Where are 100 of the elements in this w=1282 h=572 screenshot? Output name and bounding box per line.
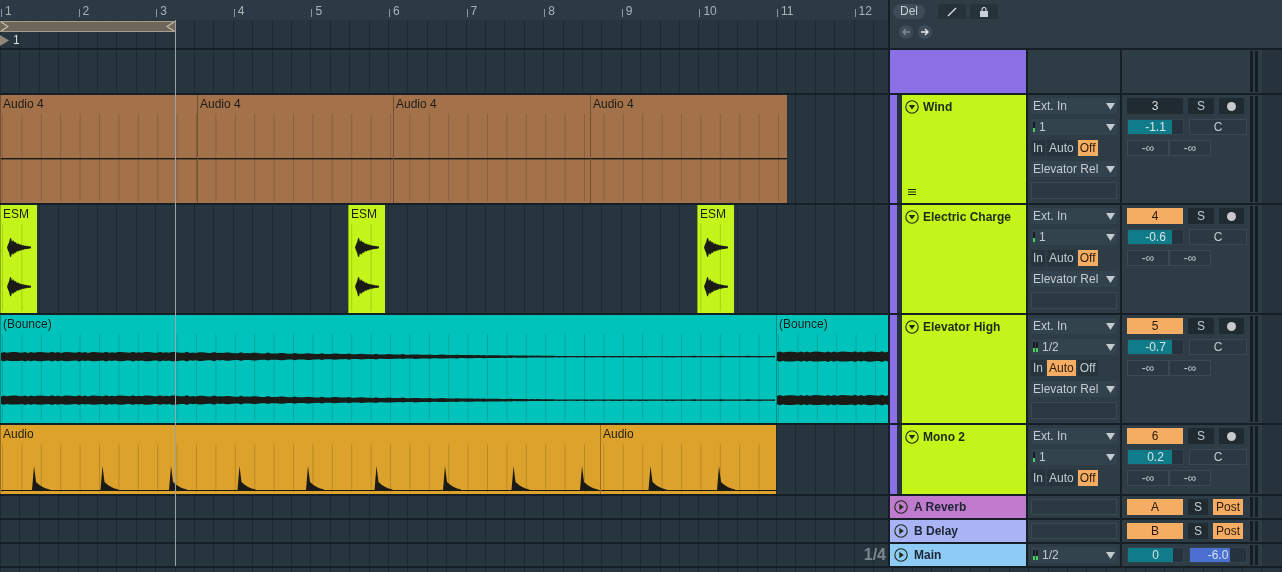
- fold-toggle-icon[interactable]: [905, 320, 919, 334]
- draw-mode-button[interactable]: [938, 4, 966, 19]
- input-type-dropdown[interactable]: Ext. In: [1031, 318, 1117, 334]
- track-header[interactable]: A Reverb: [890, 496, 1026, 518]
- monitor-button[interactable]: Off: [1077, 470, 1098, 486]
- solo-button[interactable]: S: [1188, 318, 1214, 334]
- solo-button[interactable]: S: [1188, 98, 1214, 114]
- back-button[interactable]: [899, 25, 913, 39]
- input-type-dropdown[interactable]: Ext. In: [1031, 428, 1117, 444]
- track-activator-button[interactable]: 5: [1127, 318, 1183, 334]
- monitor-button[interactable]: Off: [1077, 140, 1098, 156]
- pan-field[interactable]: C: [1189, 339, 1247, 355]
- track-name[interactable]: Electric Charge: [923, 208, 1012, 226]
- pre-post-button[interactable]: Post: [1213, 523, 1243, 539]
- track-name[interactable]: Mono 2: [923, 428, 965, 446]
- pre-post-button[interactable]: Post: [1213, 499, 1243, 515]
- bar-number[interactable]: 1: [5, 4, 12, 18]
- solo-button[interactable]: S: [1188, 523, 1208, 539]
- forward-button[interactable]: [918, 25, 932, 39]
- monitor-button[interactable]: Auto: [1047, 140, 1076, 156]
- track-name[interactable]: Wind: [923, 98, 953, 116]
- delete-button[interactable]: Del: [893, 4, 925, 19]
- volume-field[interactable]: 0.2: [1127, 449, 1184, 465]
- bar-number[interactable]: 8: [548, 4, 555, 18]
- bar-number[interactable]: 11: [781, 4, 794, 18]
- audio-clip[interactable]: Audio 4: [197, 95, 393, 203]
- pan-field[interactable]: C: [1189, 449, 1247, 465]
- monitor-button[interactable]: Off: [1077, 360, 1098, 376]
- monitor-button[interactable]: In: [1031, 250, 1045, 266]
- audio-clip[interactable]: (Bounce): [0, 315, 776, 423]
- input-type-dropdown[interactable]: Ext. In: [1031, 208, 1117, 224]
- track-name[interactable]: B Delay: [914, 522, 959, 540]
- audio-clip[interactable]: Audio 4: [590, 95, 787, 203]
- arm-button[interactable]: [1219, 428, 1244, 444]
- volume-field[interactable]: -1.1: [1127, 119, 1184, 135]
- volume-field[interactable]: -0.7: [1127, 339, 1184, 355]
- track-name[interactable]: A Reverb: [914, 498, 967, 516]
- monitor-button[interactable]: Auto: [1047, 360, 1076, 376]
- solo-button[interactable]: S: [1188, 499, 1208, 515]
- send-field[interactable]: -∞: [1127, 140, 1169, 156]
- audio-clip[interactable]: Audio: [0, 425, 600, 494]
- audio-clip[interactable]: ESM: [348, 205, 385, 313]
- send-field[interactable]: -∞: [1169, 470, 1211, 486]
- audio-clip[interactable]: Audio 4: [0, 95, 197, 203]
- bar-number[interactable]: 9: [625, 4, 633, 18]
- input-type-dropdown[interactable]: Ext. In: [1031, 98, 1117, 114]
- track-header[interactable]: Main: [890, 544, 1026, 566]
- bar-number[interactable]: 6: [393, 4, 400, 18]
- fold-toggle-icon[interactable]: [905, 100, 919, 114]
- input-channel-dropdown[interactable]: 1: [1031, 229, 1117, 245]
- monitor-button[interactable]: Auto: [1047, 250, 1076, 266]
- lock-button[interactable]: [970, 4, 998, 19]
- bar-number[interactable]: 3: [160, 4, 167, 18]
- pan-field[interactable]: C: [1189, 229, 1247, 245]
- input-channel-dropdown[interactable]: 1: [1031, 119, 1117, 135]
- bar-number[interactable]: 4: [237, 4, 245, 18]
- loop-start-icon[interactable]: [0, 22, 9, 31]
- audio-clip[interactable]: (Bounce): [776, 315, 888, 423]
- monitor-button[interactable]: In: [1031, 470, 1045, 486]
- send-field[interactable]: -∞: [1127, 360, 1169, 376]
- arm-button[interactable]: [1219, 318, 1244, 334]
- output-channel-dropdown[interactable]: 1/2: [1031, 547, 1117, 563]
- menu-icon[interactable]: [908, 189, 916, 195]
- monitor-button[interactable]: Off: [1077, 250, 1098, 266]
- input-channel-dropdown[interactable]: 1: [1031, 449, 1117, 465]
- arm-button[interactable]: [1219, 208, 1244, 224]
- input-channel-dropdown[interactable]: 1/2: [1031, 339, 1117, 355]
- audio-clip[interactable]: Audio 4: [393, 95, 590, 203]
- cue-volume-field[interactable]: -6.0: [1189, 547, 1247, 563]
- send-field[interactable]: -∞: [1169, 140, 1211, 156]
- audio-clip[interactable]: ESM: [697, 205, 734, 313]
- expand-icon[interactable]: [894, 548, 908, 562]
- locator-flag-icon[interactable]: [0, 35, 9, 46]
- fold-toggle-icon[interactable]: [905, 210, 919, 224]
- track-activator-button[interactable]: 3: [1127, 98, 1183, 114]
- loop-brace[interactable]: [0, 21, 175, 32]
- send-field[interactable]: -∞: [1169, 360, 1211, 376]
- pan-field[interactable]: C: [1189, 119, 1247, 135]
- track-header[interactable]: B Delay: [890, 520, 1026, 542]
- track-header[interactable]: Wind: [902, 95, 1026, 203]
- expand-icon[interactable]: [894, 524, 908, 538]
- loop-end-icon[interactable]: [166, 22, 175, 31]
- monitor-button[interactable]: In: [1031, 360, 1045, 376]
- track-name[interactable]: Main: [914, 546, 942, 564]
- output-dropdown[interactable]: Elevator Rel: [1031, 381, 1117, 397]
- output-dropdown[interactable]: Elevator Rel: [1031, 271, 1117, 287]
- send-field[interactable]: -∞: [1127, 470, 1169, 486]
- arm-button[interactable]: [1219, 98, 1244, 114]
- send-field[interactable]: -∞: [1127, 250, 1169, 266]
- bar-number[interactable]: 7: [470, 4, 478, 18]
- volume-field[interactable]: -0.6: [1127, 229, 1184, 245]
- solo-button[interactable]: S: [1188, 208, 1214, 224]
- bar-number[interactable]: 2: [82, 4, 90, 18]
- locator-label[interactable]: 1: [13, 34, 20, 47]
- bar-number[interactable]: 10: [703, 4, 717, 18]
- audio-clip[interactable]: ESM: [0, 205, 37, 313]
- bar-number[interactable]: 5: [315, 4, 323, 18]
- monitor-button[interactable]: In: [1031, 140, 1045, 156]
- solo-button[interactable]: S: [1188, 428, 1214, 444]
- bar-number[interactable]: 12: [858, 4, 872, 18]
